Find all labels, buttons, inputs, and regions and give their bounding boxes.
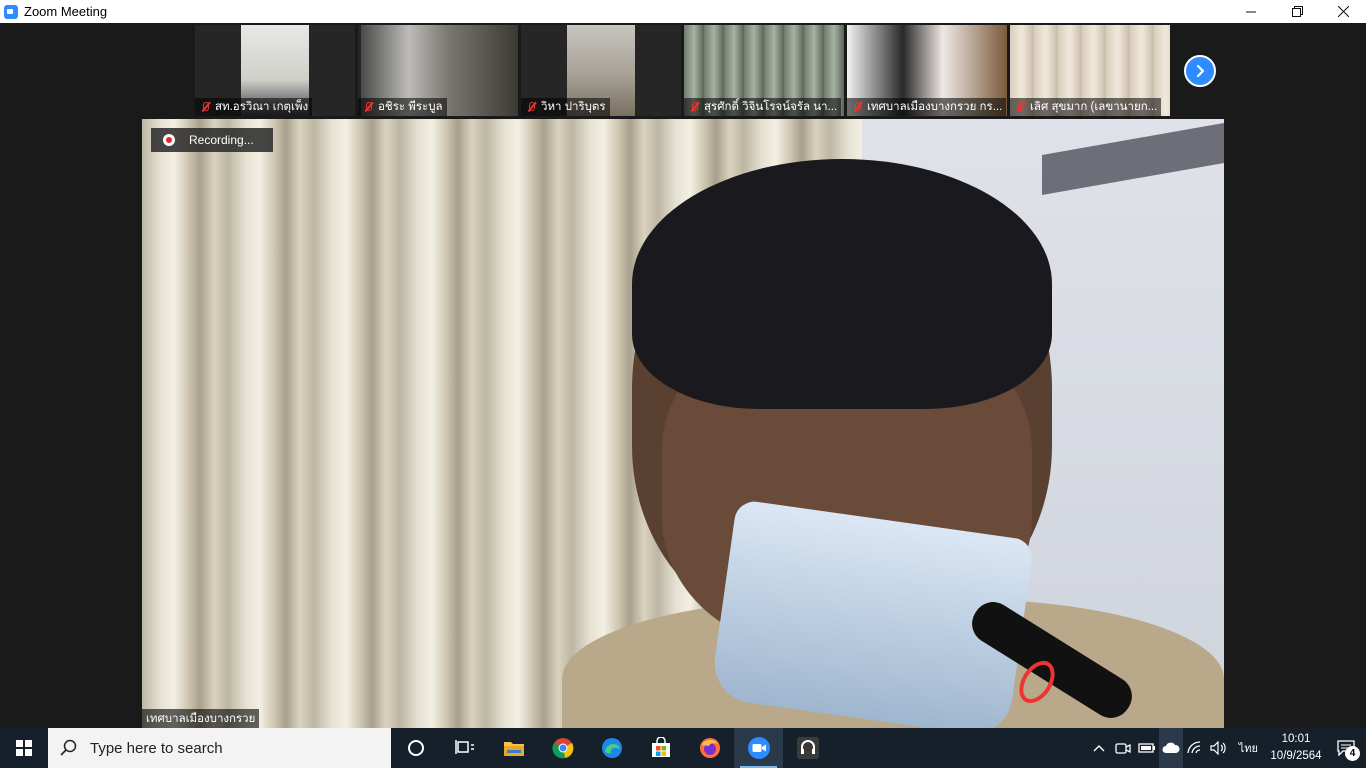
network-button[interactable] [1183, 728, 1207, 768]
next-page-button[interactable] [1184, 55, 1216, 87]
participant-label: เทศบาลเมืองบางกรวย กร... [847, 98, 1007, 116]
chrome-icon [551, 738, 573, 759]
close-button[interactable] [1320, 0, 1366, 23]
window-controls [1228, 0, 1366, 23]
speaker-icon [1210, 741, 1226, 755]
participant-tile[interactable]: อชิระ พีระบูล [358, 25, 518, 116]
recording-label: Recording... [189, 133, 254, 147]
mic-muted-icon [199, 101, 211, 113]
action-center-button[interactable]: 4 [1326, 728, 1366, 768]
speaker-name-label: เทศบาลเมืองบางกรวย [142, 709, 260, 728]
clock-date: 10/9/2564 [1270, 750, 1322, 762]
chevron-right-icon [1196, 64, 1205, 78]
zoom-taskbar-button[interactable] [734, 728, 783, 768]
start-button[interactable] [0, 728, 48, 768]
file-explorer-button[interactable] [489, 728, 538, 768]
zoom-app-icon [4, 4, 18, 19]
headset-app-icon [796, 737, 819, 759]
wifi-icon [1187, 741, 1200, 754]
mic-muted-icon [851, 101, 863, 113]
onedrive-button[interactable] [1158, 728, 1183, 768]
input-language-indicator[interactable]: ไทย [1239, 739, 1258, 757]
chevron-up-icon [1093, 745, 1105, 752]
participant-label: อชิระ พีระบูล [358, 98, 447, 116]
mic-muted-icon [688, 101, 700, 113]
recording-indicator[interactable]: Recording... [151, 128, 273, 152]
minimize-icon [1246, 11, 1256, 12]
participant-label: เลิศ สุขมาก (เลขานายก... [1010, 98, 1162, 116]
windows-taskbar: Type here to search ไทย 10:01 10/9/2564 … [0, 728, 1366, 768]
task-view-button[interactable] [440, 728, 489, 768]
zoom-icon [747, 737, 770, 759]
taskbar-clock[interactable]: 10:01 10/9/2564 [1266, 731, 1326, 765]
clock-time: 10:01 [1281, 733, 1311, 745]
participant-name: เทศบาลเมืองบางกรวย กร... [867, 101, 1003, 113]
record-icon [163, 134, 175, 146]
participant-strip: สท.อรวิณา เกตุเพ็ง อชิระ พีระบูล วิหา ปา… [195, 25, 1170, 116]
chrome-button[interactable] [538, 728, 587, 768]
volume-button[interactable] [1207, 728, 1231, 768]
battery-icon [1138, 743, 1155, 753]
edge-button[interactable] [587, 728, 636, 768]
minimize-button[interactable] [1228, 0, 1274, 23]
windows-logo-icon [16, 740, 32, 756]
participant-label: สท.อรวิณา เกตุเพ็ง [195, 98, 313, 116]
meeting-area: สท.อรวิณา เกตุเพ็ง อชิระ พีระบูล วิหา ปา… [0, 23, 1366, 728]
search-placeholder: Type here to search [90, 739, 223, 757]
cortana-icon [407, 740, 424, 756]
participant-tile[interactable]: เทศบาลเมืองบางกรวย กร... [847, 25, 1007, 116]
participant-tile[interactable]: สท.อรวิณา เกตุเพ็ง [195, 25, 355, 116]
mic-muted-icon [362, 101, 374, 113]
firefox-icon [699, 738, 720, 758]
store-icon [651, 737, 670, 757]
restore-icon [1291, 6, 1303, 17]
headset-app-button[interactable] [783, 728, 832, 768]
cortana-button[interactable] [391, 728, 440, 768]
meet-now-icon [1115, 743, 1131, 754]
cloud-icon [1162, 742, 1180, 753]
participant-label: สุรศักดิ์ วิจินโรจน์จรัล นา... [684, 98, 842, 116]
file-explorer-icon [503, 742, 524, 756]
active-speaker-video: Recording... เทศบาลเมืองบางกรวย [142, 119, 1224, 728]
close-icon [1337, 6, 1349, 17]
battery-button[interactable] [1135, 728, 1159, 768]
participant-tile[interactable]: สุรศักดิ์ วิจินโรจน์จรัล นา... [684, 25, 844, 116]
participant-name: วิหา ปาริบุตร [541, 101, 606, 113]
notification-badge: 4 [1345, 746, 1360, 761]
window-titlebar: Zoom Meeting [0, 0, 1366, 23]
task-view-icon [454, 740, 474, 754]
store-button[interactable] [636, 728, 685, 768]
participant-name: สุรศักดิ์ วิจินโรจน์จรัล นา... [704, 101, 838, 113]
participant-name: เลิศ สุขมาก (เลขานายก... [1030, 101, 1158, 113]
window-title: Zoom Meeting [24, 4, 108, 19]
show-hidden-icons-button[interactable] [1087, 728, 1111, 768]
participant-name: อชิระ พีระบูล [378, 101, 443, 113]
edge-icon [601, 738, 622, 758]
mic-muted-icon [525, 101, 537, 113]
participant-tile[interactable]: เลิศ สุขมาก (เลขานายก... [1010, 25, 1170, 116]
taskbar-search[interactable]: Type here to search [48, 728, 391, 768]
firefox-button[interactable] [685, 728, 734, 768]
participant-name: สท.อรวิณา เกตุเพ็ง [215, 101, 309, 113]
meet-now-button[interactable] [1111, 728, 1135, 768]
mic-muted-icon [1014, 101, 1026, 113]
restore-button[interactable] [1274, 0, 1320, 23]
participant-tile[interactable]: วิหา ปาริบุตร [521, 25, 681, 116]
search-icon [60, 739, 77, 756]
system-tray: ไทย 10:01 10/9/2564 4 [1087, 728, 1366, 768]
participant-label: วิหา ปาริบุตร [521, 98, 610, 116]
